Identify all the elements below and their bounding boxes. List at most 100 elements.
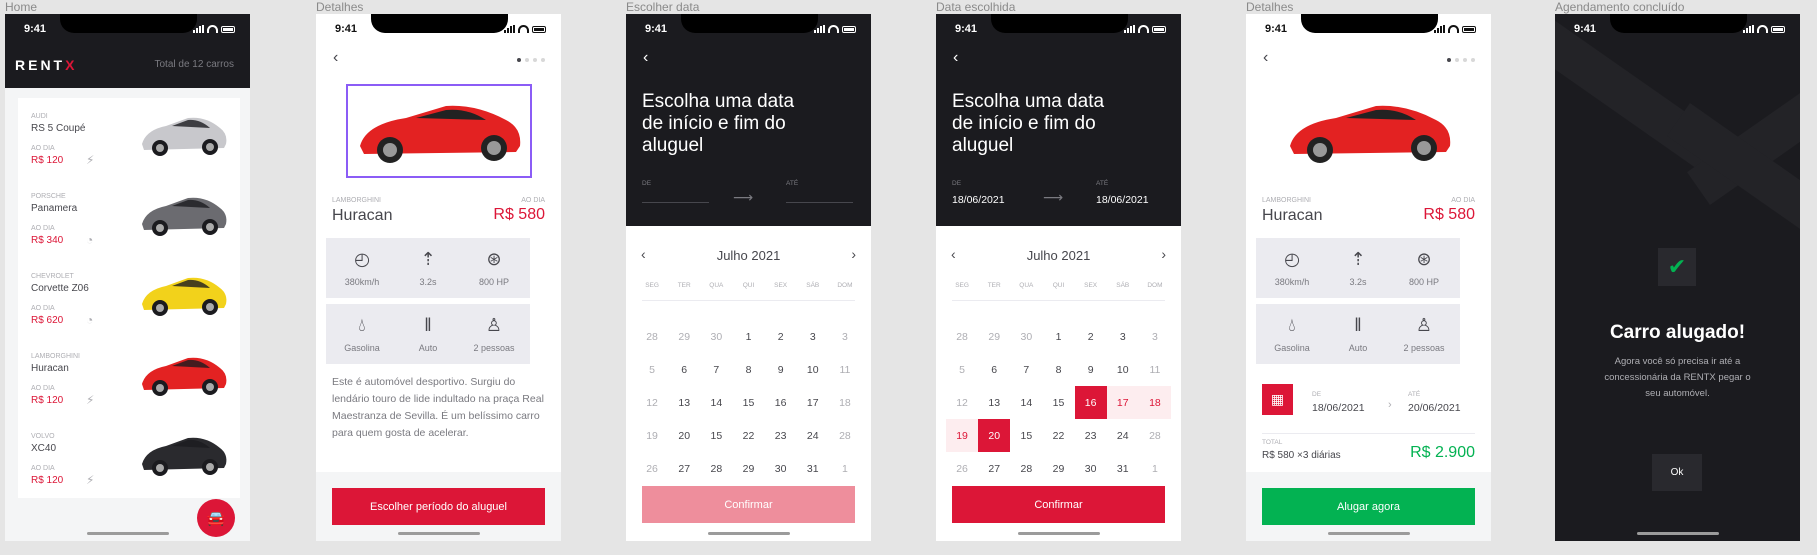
confirm-button[interactable]: Confirmar [952, 486, 1165, 523]
calendar-day[interactable]: 28 [636, 320, 668, 353]
calendar-day[interactable]: 18 [829, 386, 861, 419]
choose-period-button[interactable]: Escolher período do aluguel [332, 488, 545, 525]
calendar-day[interactable]: 5 [946, 353, 978, 386]
car-card[interactable]: CHEVROLET Corvette Z06 AO DIA R$ 620 ◔ [18, 258, 240, 338]
calendar-day[interactable]: 29 [978, 320, 1010, 353]
calendar-day[interactable]: 19 [636, 419, 668, 452]
calendar-day[interactable]: 28 [1139, 419, 1171, 452]
calendar-day[interactable]: 24 [1107, 419, 1139, 452]
calendar-day[interactable]: 8 [1042, 353, 1074, 386]
calendar-day[interactable]: 20 [978, 419, 1011, 452]
calendar-day[interactable]: 28 [946, 320, 978, 353]
calendar-day[interactable]: 3 [1107, 320, 1139, 353]
car-count: Total de 12 carros [154, 59, 235, 70]
calendar-day[interactable]: 17 [1106, 386, 1139, 419]
calendar-day[interactable]: 31 [797, 452, 829, 485]
calendar-day[interactable]: 12 [946, 386, 978, 419]
back-button[interactable]: ‹ [333, 50, 338, 66]
calendar-day[interactable]: 10 [1107, 353, 1139, 386]
calendar-day[interactable]: 15 [1042, 386, 1074, 419]
calendar-day[interactable]: 27 [668, 452, 700, 485]
next-month-button[interactable]: › [1161, 246, 1166, 262]
calendar-day[interactable]: 23 [1075, 419, 1107, 452]
calendar-day[interactable]: 15 [732, 386, 764, 419]
calendar-day[interactable]: 18 [1138, 386, 1171, 419]
confirm-button[interactable]: Confirmar [642, 486, 855, 523]
notch [1610, 14, 1747, 33]
car-card[interactable]: PORSCHE Panamera AO DIA R$ 340 ◔ [18, 178, 240, 258]
to-field[interactable] [786, 202, 853, 203]
calendar-day[interactable]: 6 [668, 353, 700, 386]
calendar-day[interactable]: 11 [829, 353, 861, 386]
calendar-day[interactable]: 29 [668, 320, 700, 353]
calendar-day[interactable]: 7 [700, 353, 732, 386]
calendar-day[interactable]: 22 [732, 419, 764, 452]
calendar-day[interactable]: 30 [1010, 320, 1042, 353]
rent-now-button[interactable]: Alugar agora [1262, 488, 1475, 525]
my-cars-button[interactable]: 🚘 [197, 499, 235, 537]
calendar-day[interactable]: 30 [700, 320, 732, 353]
calendar-day[interactable]: 20 [668, 419, 700, 452]
calendar-day[interactable]: 30 [765, 452, 797, 485]
back-button[interactable]: ‹ [953, 50, 958, 66]
car-card[interactable]: VOLVO XC40 AO DIA R$ 120 ⚡ [18, 418, 240, 498]
next-month-button[interactable]: › [851, 246, 856, 262]
car-card[interactable]: AUDI RS 5 Coupé AO DIA R$ 120 ⚡ [18, 98, 240, 178]
from-value[interactable]: 18/06/2021 [952, 194, 1005, 206]
calendar-day[interactable]: 1 [732, 320, 764, 353]
calendar-day[interactable]: 28 [1010, 452, 1042, 485]
to-value[interactable]: 18/06/2021 [1096, 194, 1149, 206]
back-button[interactable]: ‹ [1263, 50, 1268, 66]
calendar-day[interactable]: 29 [732, 452, 764, 485]
calendar-day[interactable]: 28 [700, 452, 732, 485]
calendar-day[interactable]: 15 [1010, 419, 1042, 452]
frame-label-choose-date: Escolher data [626, 0, 700, 14]
frame-label-date-chosen: Data escolhida [936, 0, 1016, 14]
calendar-day[interactable]: 29 [1042, 452, 1074, 485]
calendar-day[interactable]: 22 [1042, 419, 1074, 452]
calendar-day[interactable]: 11 [1139, 353, 1171, 386]
calendar-day[interactable]: 27 [978, 452, 1010, 485]
calendar-day[interactable]: 9 [1075, 353, 1107, 386]
spec-label: 2 pessoas [1403, 342, 1445, 353]
calendar-day[interactable]: 13 [668, 386, 700, 419]
calendar-day[interactable]: 6 [978, 353, 1010, 386]
car-card[interactable]: LAMBORGHINI Huracan AO DIA R$ 120 ⚡ [18, 338, 240, 418]
calendar-day[interactable]: 31 [1107, 452, 1139, 485]
calendar-day[interactable]: 30 [1075, 452, 1107, 485]
calendar-day[interactable]: 3 [797, 320, 829, 353]
calendar-day[interactable]: 24 [797, 419, 829, 452]
calendar-day[interactable]: 12 [636, 386, 668, 419]
calendar-day[interactable]: 2 [765, 320, 797, 353]
calendar-day[interactable]: 26 [636, 452, 668, 485]
calendar-day[interactable]: 10 [797, 353, 829, 386]
calendar-day[interactable]: 3 [829, 320, 861, 353]
from-field[interactable] [642, 202, 709, 203]
back-button[interactable]: ‹ [643, 50, 648, 66]
calendar-day[interactable]: 16 [1074, 386, 1107, 419]
calendar-day[interactable]: 23 [765, 419, 797, 452]
ok-button[interactable]: Ok [1652, 454, 1702, 491]
calendar-day[interactable]: 7 [1010, 353, 1042, 386]
calendar-day[interactable]: 5 [636, 353, 668, 386]
calendar-day[interactable]: 26 [946, 452, 978, 485]
calendar-day[interactable]: 19 [946, 419, 979, 452]
calendar-day[interactable]: 9 [765, 353, 797, 386]
calendar-day[interactable]: 14 [1010, 386, 1042, 419]
calendar-day[interactable]: 1 [1139, 452, 1171, 485]
calendar-day[interactable]: 13 [978, 386, 1010, 419]
calendar-day[interactable]: 28 [829, 419, 861, 452]
calendar-day[interactable]: 3 [1139, 320, 1171, 353]
month-label: Julho 2021 [716, 248, 781, 263]
calendar-day[interactable]: 8 [732, 353, 764, 386]
speedometer-icon: ◴ [354, 248, 370, 269]
calendar-day[interactable]: 1 [829, 452, 861, 485]
calendar-day[interactable]: 17 [797, 386, 829, 419]
calendar-day[interactable]: 15 [700, 419, 732, 452]
battery-icon [1771, 26, 1785, 33]
calendar-day[interactable]: 2 [1075, 320, 1107, 353]
calendar-day[interactable]: 16 [765, 386, 797, 419]
calendar-day[interactable]: 1 [1042, 320, 1074, 353]
calendar-day[interactable]: 14 [700, 386, 732, 419]
car-icon: 🚘 [206, 510, 226, 527]
